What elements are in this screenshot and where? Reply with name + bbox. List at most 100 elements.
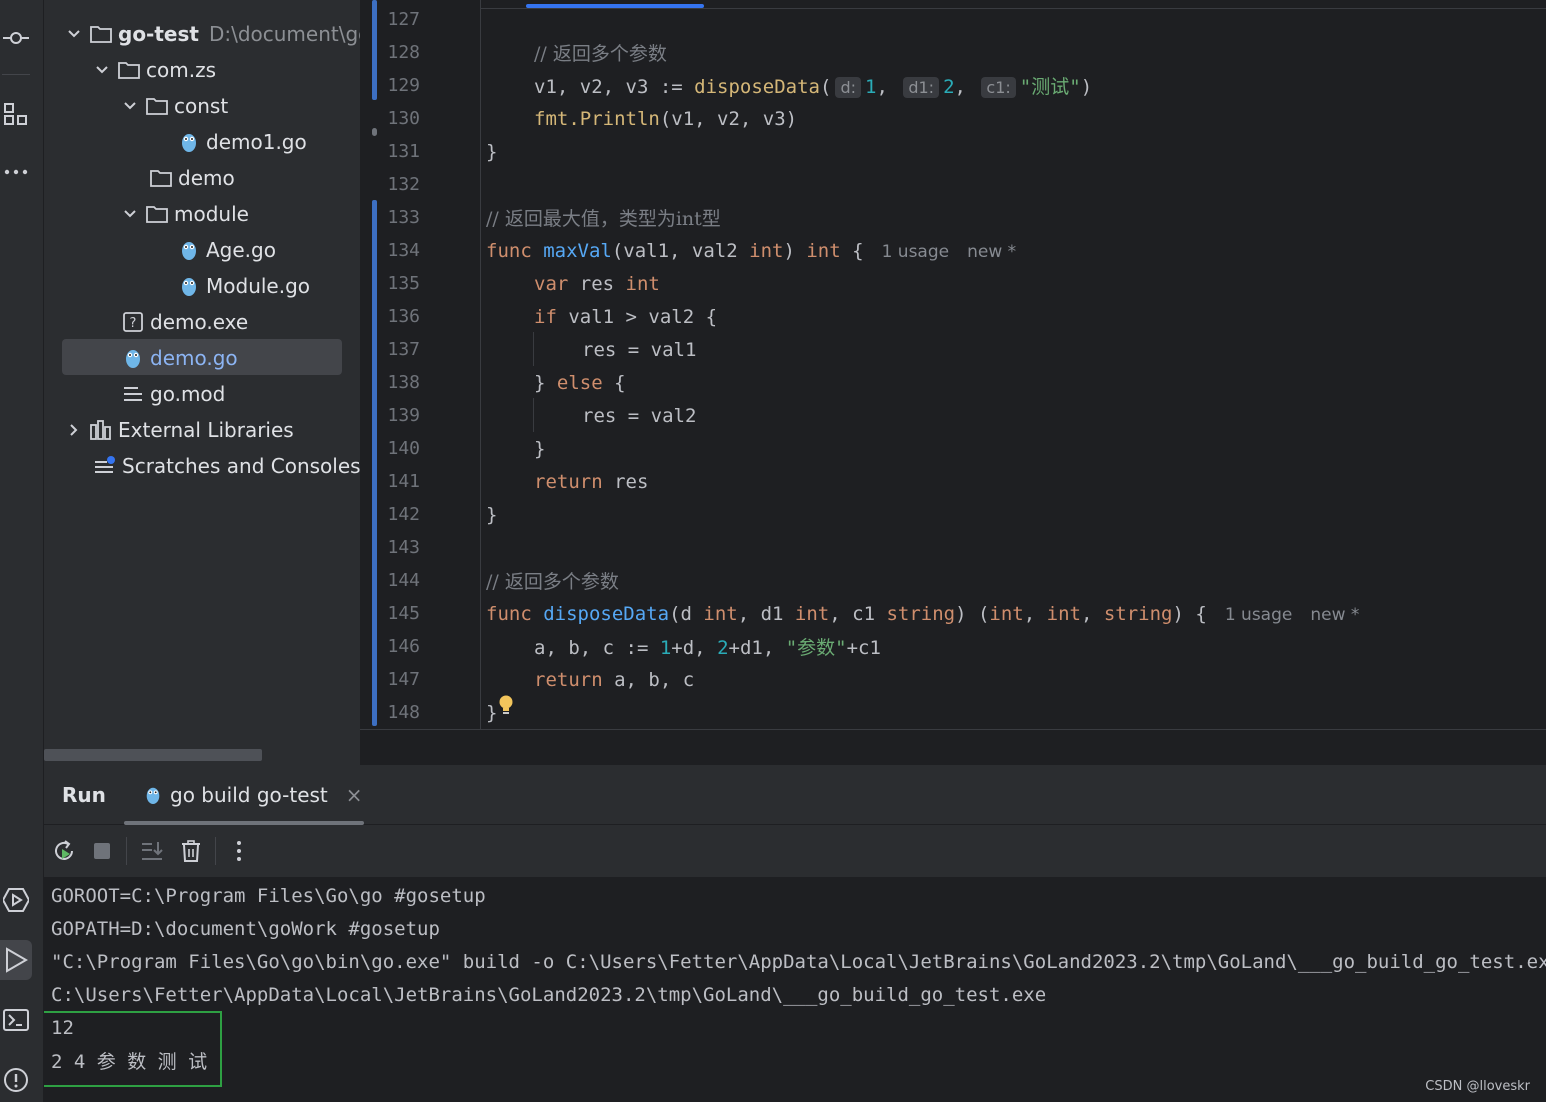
code-line[interactable]: 129 v1, v2, v3 := disposeData(d: 1, d1: 2,… xyxy=(360,69,1546,102)
tree-item-label: demo xyxy=(178,166,235,190)
tree-item-label: External Libraries xyxy=(118,418,294,442)
go-file-icon xyxy=(122,347,144,369)
scroll-to-end-icon[interactable] xyxy=(138,837,166,865)
services-icon[interactable] xyxy=(0,880,32,920)
run-tab-label: go build go-test xyxy=(170,783,328,807)
code-line[interactable]: 130 fmt.Println(v1, v2, v3) xyxy=(360,102,1546,135)
tree-item-age-go[interactable]: Age.go xyxy=(178,233,276,267)
terminal-icon[interactable] xyxy=(0,1000,32,1040)
folder-icon xyxy=(90,23,112,45)
line-number: 133 xyxy=(387,207,420,228)
line-number: 135 xyxy=(387,273,420,294)
run-title: Run xyxy=(62,783,106,807)
run-config-tab[interactable]: go build go-test × xyxy=(124,765,364,825)
inlay-hint: d: xyxy=(835,77,861,98)
console-line: GOPATH=D:\document\goWork #gosetup xyxy=(51,917,440,940)
code-line[interactable]: 143 xyxy=(360,531,1546,564)
tree-item-label: Scratches and Consoles xyxy=(122,454,360,478)
inlay-hint: d1: xyxy=(903,77,940,98)
lightbulb-icon[interactable] xyxy=(498,694,514,723)
tree-item-demo-go[interactable]: demo.go xyxy=(122,341,238,375)
code-line[interactable]: 139 res = val2 xyxy=(360,399,1546,432)
code-line[interactable]: 128 // 返回多个参数 xyxy=(360,36,1546,69)
problems-icon[interactable] xyxy=(0,1060,32,1100)
tree-item-const[interactable]: const xyxy=(120,89,228,123)
code-line[interactable]: 131 } xyxy=(360,135,1546,168)
tree-item-label: module xyxy=(174,202,249,226)
line-number: 130 xyxy=(387,108,420,129)
tree-item-demo1-go[interactable]: demo1.go xyxy=(178,125,307,159)
structure-icon[interactable] xyxy=(0,94,32,134)
line-number: 148 xyxy=(387,702,420,723)
stop-icon[interactable] xyxy=(88,837,116,865)
close-icon[interactable]: × xyxy=(346,783,363,807)
tree-item-root[interactable]: go-test D:\document\go\ xyxy=(64,17,360,51)
tree-item-demo-exe[interactable]: ? demo.exe xyxy=(122,305,248,339)
code-line[interactable]: 138 } else { xyxy=(360,366,1546,399)
code-line[interactable]: 147 return a, b, c xyxy=(360,663,1546,696)
folder-icon xyxy=(118,59,140,81)
code-line[interactable]: 133 // 返回最大值，类型为int型 xyxy=(360,201,1546,234)
tree-item-label: com.zs xyxy=(146,58,216,82)
line-number: 136 xyxy=(387,306,420,327)
code-line[interactable]: 141 return res xyxy=(360,465,1546,498)
rerun-icon[interactable] xyxy=(50,837,78,865)
trash-icon[interactable] xyxy=(177,837,205,865)
line-number: 137 xyxy=(387,339,420,360)
code-line[interactable]: 136 if val1 > val2 { xyxy=(360,300,1546,333)
code-line[interactable]: 142 } xyxy=(360,498,1546,531)
line-number: 146 xyxy=(387,636,420,657)
console-line: C:\Users\Fetter\AppData\Local\JetBrains\… xyxy=(51,983,1047,1006)
tree-item-go-mod[interactable]: go.mod xyxy=(122,377,225,411)
horizontal-scrollbar[interactable] xyxy=(44,749,262,761)
tree-item-label: Age.go xyxy=(206,238,276,262)
chevron-down-icon[interactable] xyxy=(64,24,84,44)
code-editor[interactable]: 127 128 // 返回多个参数 129 v1, v2, v3 := disp… xyxy=(360,0,1546,730)
code-line[interactable]: 134 func maxVal(val1, val2 int) int {1 u… xyxy=(360,234,1546,267)
folder-icon xyxy=(146,203,168,225)
mod-file-icon xyxy=(122,383,144,405)
line-number: 142 xyxy=(387,504,420,525)
code-line[interactable]: 132 xyxy=(360,168,1546,201)
inlay-hint: c1: xyxy=(981,77,1016,98)
chevron-right-icon[interactable] xyxy=(64,420,84,440)
more-tools-icon[interactable] xyxy=(0,152,32,192)
new-hint[interactable]: new * xyxy=(967,242,1016,262)
code-comment: // 返回多个参数 xyxy=(486,571,619,593)
library-icon xyxy=(90,419,112,441)
code-line[interactable]: 146 a, b, c := 1+d, 2+d1, "参数"+c1 xyxy=(360,630,1546,663)
code-line[interactable]: 127 xyxy=(360,3,1546,36)
line-number: 143 xyxy=(387,537,420,558)
tree-item-module-go[interactable]: Module.go xyxy=(178,269,310,303)
run-icon[interactable] xyxy=(0,940,32,980)
tree-item-demo-folder[interactable]: demo xyxy=(150,161,235,195)
tree-item-label: const xyxy=(174,94,229,118)
tree-item-scratches[interactable]: Scratches and Consoles xyxy=(94,449,360,483)
code-comment: // 返回最大值，类型为int型 xyxy=(486,208,721,230)
code-line[interactable]: 144 // 返回多个参数 xyxy=(360,564,1546,597)
line-number: 129 xyxy=(387,75,420,96)
usage-hint[interactable]: 1 usage xyxy=(1225,605,1293,625)
code-line[interactable]: 135 var res int xyxy=(360,267,1546,300)
usage-hint[interactable]: 1 usage xyxy=(882,242,950,262)
code-comment: // 返回多个参数 xyxy=(534,43,667,65)
code-line[interactable]: 148 } xyxy=(360,694,1546,729)
more-options-icon[interactable] xyxy=(225,837,253,865)
tree-item-external-libraries[interactable]: External Libraries xyxy=(64,413,294,447)
chevron-down-icon[interactable] xyxy=(120,204,140,224)
tree-item-module[interactable]: module xyxy=(120,197,249,231)
commit-icon[interactable] xyxy=(0,18,32,58)
new-hint[interactable]: new * xyxy=(1310,605,1359,625)
project-tree: go-test D:\document\go\ com.zs const dem… xyxy=(44,0,360,765)
code-line[interactable]: 137 res = val1 xyxy=(360,333,1546,366)
code-line[interactable]: 145 func disposeData(d int, d1 int, c1 s… xyxy=(360,597,1546,630)
tree-item-com-zs[interactable]: com.zs xyxy=(92,53,216,87)
tree-item-label: Module.go xyxy=(206,274,311,298)
chevron-down-icon[interactable] xyxy=(120,96,140,116)
line-number: 140 xyxy=(387,438,420,459)
code-line[interactable]: 140 } xyxy=(360,432,1546,465)
console-output[interactable]: GOROOT=C:\Program Files\Go\go #gosetup G… xyxy=(44,877,1546,1102)
run-toolbar xyxy=(44,825,1546,877)
chevron-down-icon[interactable] xyxy=(92,60,112,80)
line-number: 127 xyxy=(387,9,420,30)
